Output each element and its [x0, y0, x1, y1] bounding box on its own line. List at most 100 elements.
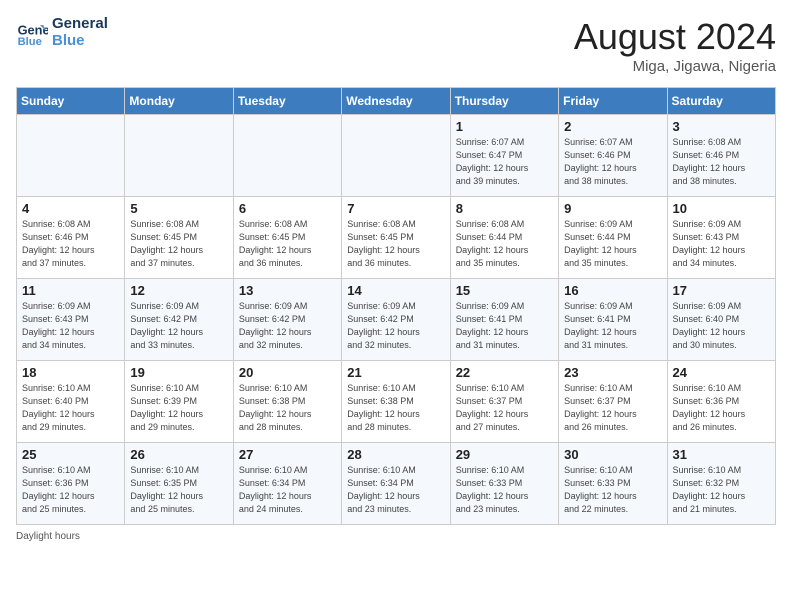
- day-number: 24: [673, 365, 770, 380]
- cell-5-2: 26 Sunrise: 6:10 AM Sunset: 6:35 PM Dayli…: [125, 443, 233, 525]
- day-number: 4: [22, 201, 119, 216]
- calendar-subtitle: Miga, Jigawa, Nigeria: [574, 58, 776, 75]
- day-info: Sunrise: 6:09 AM Sunset: 6:42 PM Dayligh…: [347, 300, 444, 352]
- day-number: 26: [130, 447, 227, 462]
- col-header-saturday: Saturday: [667, 88, 775, 115]
- day-info: Sunrise: 6:10 AM Sunset: 6:38 PM Dayligh…: [347, 382, 444, 434]
- cell-3-4: 14 Sunrise: 6:09 AM Sunset: 6:42 PM Dayli…: [342, 279, 450, 361]
- cell-2-1: 4 Sunrise: 6:08 AM Sunset: 6:46 PM Daylig…: [17, 197, 125, 279]
- day-info: Sunrise: 6:10 AM Sunset: 6:34 PM Dayligh…: [347, 464, 444, 516]
- day-info: Sunrise: 6:10 AM Sunset: 6:36 PM Dayligh…: [673, 382, 770, 434]
- cell-4-1: 18Sunrise: 6:10 AM Sunset: 6:40 PM Dayli…: [17, 361, 125, 443]
- cell-1-1: [17, 115, 125, 197]
- day-info: Sunrise: 6:09 AM Sunset: 6:43 PM Dayligh…: [673, 218, 770, 270]
- svg-text:Blue: Blue: [18, 36, 42, 48]
- cell-3-2: 12Sunrise: 6:09 AM Sunset: 6:42 PM Dayli…: [125, 279, 233, 361]
- cell-4-3: 20 Sunrise: 6:10 AM Sunset: 6:38 PM Dayli…: [233, 361, 341, 443]
- col-header-monday: Monday: [125, 88, 233, 115]
- day-number: 31: [673, 447, 770, 462]
- cell-1-5: 1 Sunrise: 6:07 AM Sunset: 6:47 PM Daylig…: [450, 115, 558, 197]
- cell-3-5: 15 Sunrise: 6:09 AM Sunset: 6:41 PM Dayli…: [450, 279, 558, 361]
- cell-5-6: 30Sunrise: 6:10 AM Sunset: 6:33 PM Dayli…: [559, 443, 667, 525]
- day-number: 23: [564, 365, 661, 380]
- day-number: 29: [456, 447, 553, 462]
- cell-4-6: 23Sunrise: 6:10 AM Sunset: 6:37 PM Dayli…: [559, 361, 667, 443]
- day-info: Sunrise: 6:08 AM Sunset: 6:46 PM Dayligh…: [673, 136, 770, 188]
- cell-5-5: 29Sunrise: 6:10 AM Sunset: 6:33 PM Dayli…: [450, 443, 558, 525]
- day-number: 9: [564, 201, 661, 216]
- cell-1-2: [125, 115, 233, 197]
- day-info: Sunrise: 6:08 AM Sunset: 6:45 PM Dayligh…: [239, 218, 336, 270]
- day-info: Sunrise: 6:09 AM Sunset: 6:41 PM Dayligh…: [456, 300, 553, 352]
- calendar-title: August 2024: [574, 16, 776, 58]
- footer: Daylight hours: [16, 531, 776, 542]
- day-number: 10: [673, 201, 770, 216]
- day-info: Sunrise: 6:07 AM Sunset: 6:46 PM Dayligh…: [564, 136, 661, 188]
- logo-icon: General Blue: [16, 17, 48, 49]
- day-number: 21: [347, 365, 444, 380]
- logo-line1: General: [52, 16, 108, 33]
- cell-5-4: 28 Sunrise: 6:10 AM Sunset: 6:34 PM Dayli…: [342, 443, 450, 525]
- week-row-1: 1 Sunrise: 6:07 AM Sunset: 6:47 PM Daylig…: [17, 115, 776, 197]
- day-info: Sunrise: 6:09 AM Sunset: 6:43 PM Dayligh…: [22, 300, 119, 352]
- week-row-2: 4 Sunrise: 6:08 AM Sunset: 6:46 PM Daylig…: [17, 197, 776, 279]
- cell-5-7: 31 Sunrise: 6:10 AM Sunset: 6:32 PM Dayli…: [667, 443, 775, 525]
- cell-1-7: 3 Sunrise: 6:08 AM Sunset: 6:46 PM Daylig…: [667, 115, 775, 197]
- day-number: 11: [22, 283, 119, 298]
- cell-1-4: [342, 115, 450, 197]
- day-info: Sunrise: 6:09 AM Sunset: 6:42 PM Dayligh…: [130, 300, 227, 352]
- cell-2-6: 9Sunrise: 6:09 AM Sunset: 6:44 PM Daylig…: [559, 197, 667, 279]
- col-header-friday: Friday: [559, 88, 667, 115]
- day-info: Sunrise: 6:08 AM Sunset: 6:45 PM Dayligh…: [130, 218, 227, 270]
- day-info: Sunrise: 6:10 AM Sunset: 6:37 PM Dayligh…: [456, 382, 553, 434]
- day-info: Sunrise: 6:09 AM Sunset: 6:42 PM Dayligh…: [239, 300, 336, 352]
- col-header-tuesday: Tuesday: [233, 88, 341, 115]
- day-number: 16: [564, 283, 661, 298]
- day-number: 28: [347, 447, 444, 462]
- day-info: Sunrise: 6:10 AM Sunset: 6:36 PM Dayligh…: [22, 464, 119, 516]
- day-number: 25: [22, 447, 119, 462]
- day-info: Sunrise: 6:09 AM Sunset: 6:40 PM Dayligh…: [673, 300, 770, 352]
- day-info: Sunrise: 6:10 AM Sunset: 6:38 PM Dayligh…: [239, 382, 336, 434]
- day-number: 1: [456, 119, 553, 134]
- day-number: 3: [673, 119, 770, 134]
- cell-4-5: 22Sunrise: 6:10 AM Sunset: 6:37 PM Dayli…: [450, 361, 558, 443]
- cell-4-4: 21 Sunrise: 6:10 AM Sunset: 6:38 PM Dayli…: [342, 361, 450, 443]
- day-info: Sunrise: 6:08 AM Sunset: 6:44 PM Dayligh…: [456, 218, 553, 270]
- logo: General Blue General Blue: [16, 16, 108, 49]
- day-info: Sunrise: 6:10 AM Sunset: 6:35 PM Dayligh…: [130, 464, 227, 516]
- day-number: 7: [347, 201, 444, 216]
- day-number: 19: [130, 365, 227, 380]
- logo-line2: Blue: [52, 33, 108, 50]
- day-info: Sunrise: 6:08 AM Sunset: 6:46 PM Dayligh…: [22, 218, 119, 270]
- day-number: 15: [456, 283, 553, 298]
- week-row-5: 25 Sunrise: 6:10 AM Sunset: 6:36 PM Dayli…: [17, 443, 776, 525]
- day-number: 5: [130, 201, 227, 216]
- col-header-wednesday: Wednesday: [342, 88, 450, 115]
- day-number: 20: [239, 365, 336, 380]
- day-number: 8: [456, 201, 553, 216]
- week-row-3: 11 Sunrise: 6:09 AM Sunset: 6:43 PM Dayli…: [17, 279, 776, 361]
- footer-text: Daylight hours: [16, 531, 80, 542]
- page-header: General Blue General Blue August 2024 Mi…: [16, 16, 776, 75]
- day-info: Sunrise: 6:07 AM Sunset: 6:47 PM Dayligh…: [456, 136, 553, 188]
- header-row: SundayMondayTuesdayWednesdayThursdayFrid…: [17, 88, 776, 115]
- day-info: Sunrise: 6:10 AM Sunset: 6:32 PM Dayligh…: [673, 464, 770, 516]
- day-info: Sunrise: 6:10 AM Sunset: 6:33 PM Dayligh…: [564, 464, 661, 516]
- col-header-thursday: Thursday: [450, 88, 558, 115]
- day-number: 18: [22, 365, 119, 380]
- cell-5-3: 27Sunrise: 6:10 AM Sunset: 6:34 PM Dayli…: [233, 443, 341, 525]
- title-block: August 2024 Miga, Jigawa, Nigeria: [574, 16, 776, 75]
- calendar-table: SundayMondayTuesdayWednesdayThursdayFrid…: [16, 87, 776, 525]
- day-info: Sunrise: 6:09 AM Sunset: 6:41 PM Dayligh…: [564, 300, 661, 352]
- cell-1-6: 2 Sunrise: 6:07 AM Sunset: 6:46 PM Daylig…: [559, 115, 667, 197]
- cell-2-7: 10 Sunrise: 6:09 AM Sunset: 6:43 PM Dayli…: [667, 197, 775, 279]
- day-number: 2: [564, 119, 661, 134]
- cell-2-4: 7Sunrise: 6:08 AM Sunset: 6:45 PM Daylig…: [342, 197, 450, 279]
- cell-4-2: 19 Sunrise: 6:10 AM Sunset: 6:39 PM Dayli…: [125, 361, 233, 443]
- day-number: 14: [347, 283, 444, 298]
- day-info: Sunrise: 6:10 AM Sunset: 6:39 PM Dayligh…: [130, 382, 227, 434]
- cell-3-3: 13Sunrise: 6:09 AM Sunset: 6:42 PM Dayli…: [233, 279, 341, 361]
- cell-4-7: 24 Sunrise: 6:10 AM Sunset: 6:36 PM Dayli…: [667, 361, 775, 443]
- cell-5-1: 25 Sunrise: 6:10 AM Sunset: 6:36 PM Dayli…: [17, 443, 125, 525]
